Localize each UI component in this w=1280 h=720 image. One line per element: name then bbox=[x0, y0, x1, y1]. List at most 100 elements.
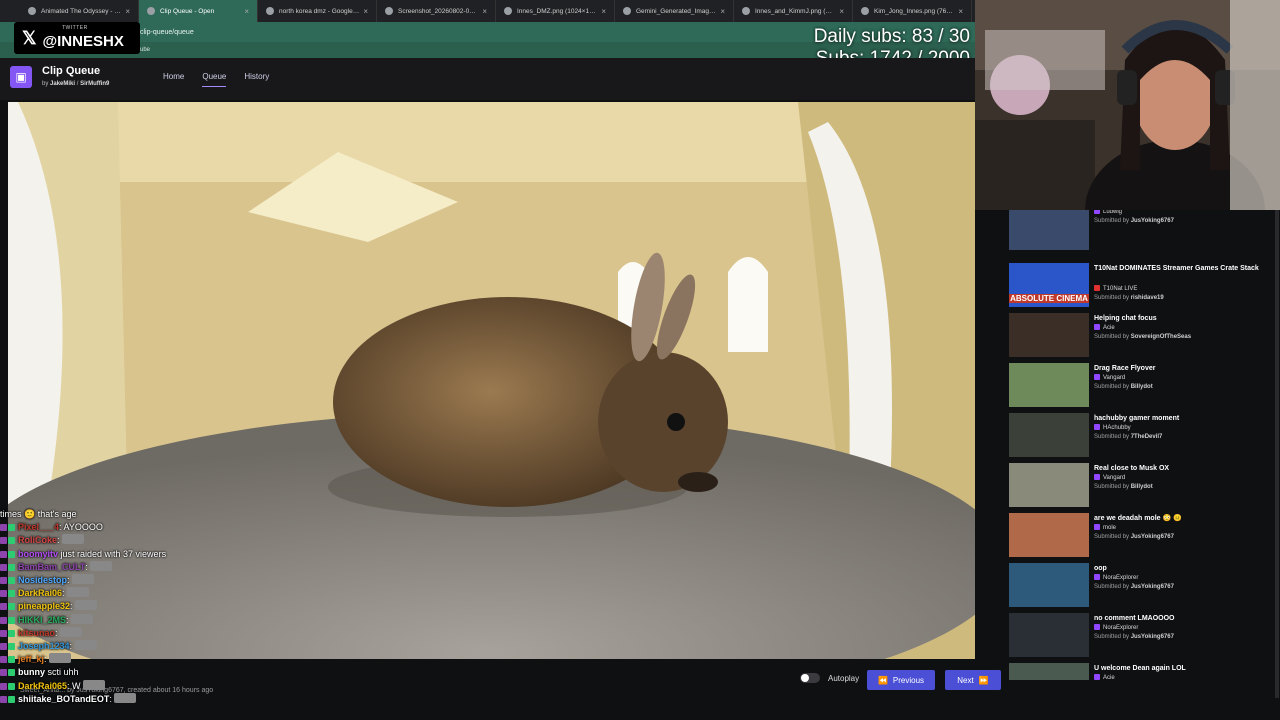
close-tab-icon[interactable]: × bbox=[601, 7, 606, 16]
chat-username[interactable]: DarkRai06 bbox=[18, 588, 62, 598]
chat-username[interactable]: shiitake_BOTandEOT bbox=[18, 694, 109, 704]
clip-thumbnail[interactable] bbox=[1009, 210, 1089, 250]
author-link[interactable]: SirMuffin9 bbox=[80, 81, 109, 87]
clip-title: oop bbox=[1094, 563, 1270, 574]
clip-channel: mole bbox=[1094, 524, 1116, 531]
queue-item[interactable]: Drag Race Flyover Vangard Submitted by Bil… bbox=[1002, 360, 1280, 410]
chat-username[interactable]: HIKKI_2MS bbox=[18, 615, 66, 625]
chat-username[interactable]: boomyitv bbox=[18, 549, 58, 559]
close-tab-icon[interactable]: × bbox=[958, 7, 963, 16]
clip-thumbnail[interactable] bbox=[1009, 463, 1089, 507]
chat-badges bbox=[0, 561, 16, 574]
chat-text: : bbox=[69, 641, 73, 652]
browser-tab[interactable]: Clip Queue - Open × bbox=[139, 0, 258, 22]
clip-thumbnail[interactable] bbox=[1009, 413, 1089, 457]
close-tab-icon[interactable]: × bbox=[839, 7, 844, 16]
chat-username[interactable]: DarkRai065 bbox=[18, 681, 67, 691]
sub-badge-icon bbox=[0, 682, 7, 690]
chat-username[interactable]: kitsunao bbox=[18, 628, 55, 638]
browser-tab[interactable]: Innes_and_KimmJ.png (1462×1 × bbox=[734, 0, 853, 22]
previous-button[interactable]: ⏪ Previous bbox=[867, 670, 935, 690]
chat-username[interactable]: jeff_kj bbox=[18, 654, 44, 664]
chat-badges bbox=[0, 548, 16, 561]
submitter-name: JusYoking6767 bbox=[1130, 584, 1174, 590]
chat-username[interactable]: bunny bbox=[18, 667, 45, 677]
sub-badge-icon bbox=[0, 550, 7, 558]
chat-username[interactable]: BamBam_CULT bbox=[18, 562, 85, 572]
check-badge-icon bbox=[8, 616, 15, 624]
chat-overlay: times 🙂 that's age Pixel___4: AYOOOO RoliC… bbox=[0, 508, 200, 720]
check-badge-icon bbox=[8, 563, 15, 571]
chat-message: RoliCoke: bbox=[0, 534, 200, 547]
close-tab-icon[interactable]: × bbox=[720, 7, 725, 16]
favicon-icon bbox=[742, 7, 750, 15]
queue-item[interactable]: no comment LMAOOOO NoraExplorer Submitted … bbox=[1002, 610, 1280, 660]
sub-badge-icon bbox=[0, 629, 7, 637]
clip-channel: NoraExplorer bbox=[1094, 574, 1138, 581]
streamer-webcam bbox=[975, 0, 1280, 210]
queue-item[interactable]: Real close to Musk OX Vangard Submitted by… bbox=[1002, 460, 1280, 510]
clip-thumbnail[interactable] bbox=[1009, 613, 1089, 657]
chat-username[interactable]: pineapple32 bbox=[18, 601, 70, 611]
clip-title-text: no comment LMAOOOO bbox=[1094, 615, 1175, 622]
chat-emote-icon bbox=[75, 600, 98, 611]
queue-item[interactable]: ABSOLUTE CINEMA T10Nat DOMINATES Streamer… bbox=[1002, 260, 1280, 310]
clip-thumbnail[interactable] bbox=[1009, 313, 1089, 357]
chat-message: pineapple32: bbox=[0, 600, 200, 613]
close-tab-icon[interactable]: × bbox=[125, 7, 130, 16]
next-button[interactable]: Next ⏩ bbox=[945, 670, 1001, 690]
close-tab-icon[interactable]: × bbox=[244, 7, 249, 16]
queue-item[interactable]: are we deadah mole 😳 😐 mole Submitted by J… bbox=[1002, 510, 1280, 560]
chat-username[interactable]: Pixel___4 bbox=[18, 522, 59, 532]
submitter-name: 7TheDevil7 bbox=[1130, 434, 1163, 440]
autoplay-control[interactable]: Autoplay bbox=[800, 673, 859, 683]
twitch-icon bbox=[1094, 524, 1100, 530]
channel-name: Acie bbox=[1103, 325, 1115, 331]
nav-home[interactable]: Home bbox=[163, 72, 184, 87]
browser-tab[interactable]: Screenshot_20260802-071502.p × bbox=[377, 0, 496, 22]
queue-item[interactable]: oop NoraExplorer Submitted by JusYoking676… bbox=[1002, 560, 1280, 610]
channel-name: Acie bbox=[1103, 675, 1115, 680]
browser-tab[interactable]: north korea dmz - Google Sea × bbox=[258, 0, 377, 22]
clip-thumbnail[interactable]: ABSOLUTE CINEMA bbox=[1009, 263, 1089, 307]
queue-item[interactable]: Ludwig Submitted by JusYoking6767 bbox=[1002, 210, 1280, 260]
nav-queue[interactable]: Queue bbox=[202, 72, 227, 87]
check-badge-icon bbox=[8, 590, 15, 598]
chat-username[interactable]: Nosidestop bbox=[18, 575, 67, 585]
chat-text: : bbox=[62, 588, 65, 599]
title-emoji: 😳 😐 bbox=[1162, 515, 1182, 522]
clip-submitter: Submitted by JusYoking6767 bbox=[1094, 634, 1174, 640]
chat-username[interactable]: Joseph1234 bbox=[18, 641, 70, 651]
queue-scrollbar[interactable] bbox=[1275, 210, 1279, 698]
close-tab-icon[interactable]: × bbox=[482, 7, 487, 16]
url-text[interactable]: clip-queue/queue bbox=[140, 29, 194, 36]
clip-channel: Acie bbox=[1094, 674, 1115, 680]
clip-submitter: Submitted by Billydot bbox=[1094, 484, 1153, 490]
close-tab-icon[interactable]: × bbox=[363, 7, 368, 16]
submitter-name: JusYoking6767 bbox=[1130, 534, 1174, 540]
chat-message: bunny scti uhh bbox=[0, 666, 200, 679]
chat-text: : bbox=[67, 575, 70, 586]
autoplay-toggle[interactable] bbox=[800, 673, 820, 683]
author-link[interactable]: JakeMiki bbox=[50, 81, 75, 87]
queue-item[interactable]: hachubby gamer moment HAchubby Submitted b… bbox=[1002, 410, 1280, 460]
clip-thumbnail[interactable] bbox=[1009, 563, 1089, 607]
clip-thumbnail[interactable] bbox=[1009, 513, 1089, 557]
browser-tab[interactable]: Animated The Odyssey - Goog × bbox=[20, 0, 139, 22]
clip-queue-logo-icon[interactable]: ▣ bbox=[10, 66, 32, 88]
submitted-by-label: Submitted by bbox=[1094, 484, 1130, 490]
clip-thumbnail[interactable] bbox=[1009, 363, 1089, 407]
twitch-icon bbox=[1094, 624, 1100, 630]
clip-thumbnail[interactable] bbox=[1009, 663, 1089, 680]
browser-tab[interactable]: Kim_Jong_Innes.png (768×136 × bbox=[853, 0, 972, 22]
clip-title-text: Drag Race Flyover bbox=[1094, 365, 1156, 372]
browser-tab[interactable]: Innes_DMZ.png (1024×1040) × bbox=[496, 0, 615, 22]
browser-tab[interactable]: Gemini_Generated_Image_xz9r× bbox=[615, 0, 734, 22]
chat-username[interactable]: RoliCoke bbox=[18, 535, 57, 545]
queue-item[interactable]: Helping chat focus Acie Submitted by Sover… bbox=[1002, 310, 1280, 360]
chat-badges bbox=[0, 521, 16, 534]
nav-history[interactable]: History bbox=[244, 72, 269, 87]
live-icon bbox=[1094, 285, 1100, 291]
tab-title: Kim_Jong_Innes.png (768×136 bbox=[874, 7, 954, 15]
queue-item[interactable]: U welcome Dean again LOLAcieSubmitted by… bbox=[1002, 660, 1280, 680]
